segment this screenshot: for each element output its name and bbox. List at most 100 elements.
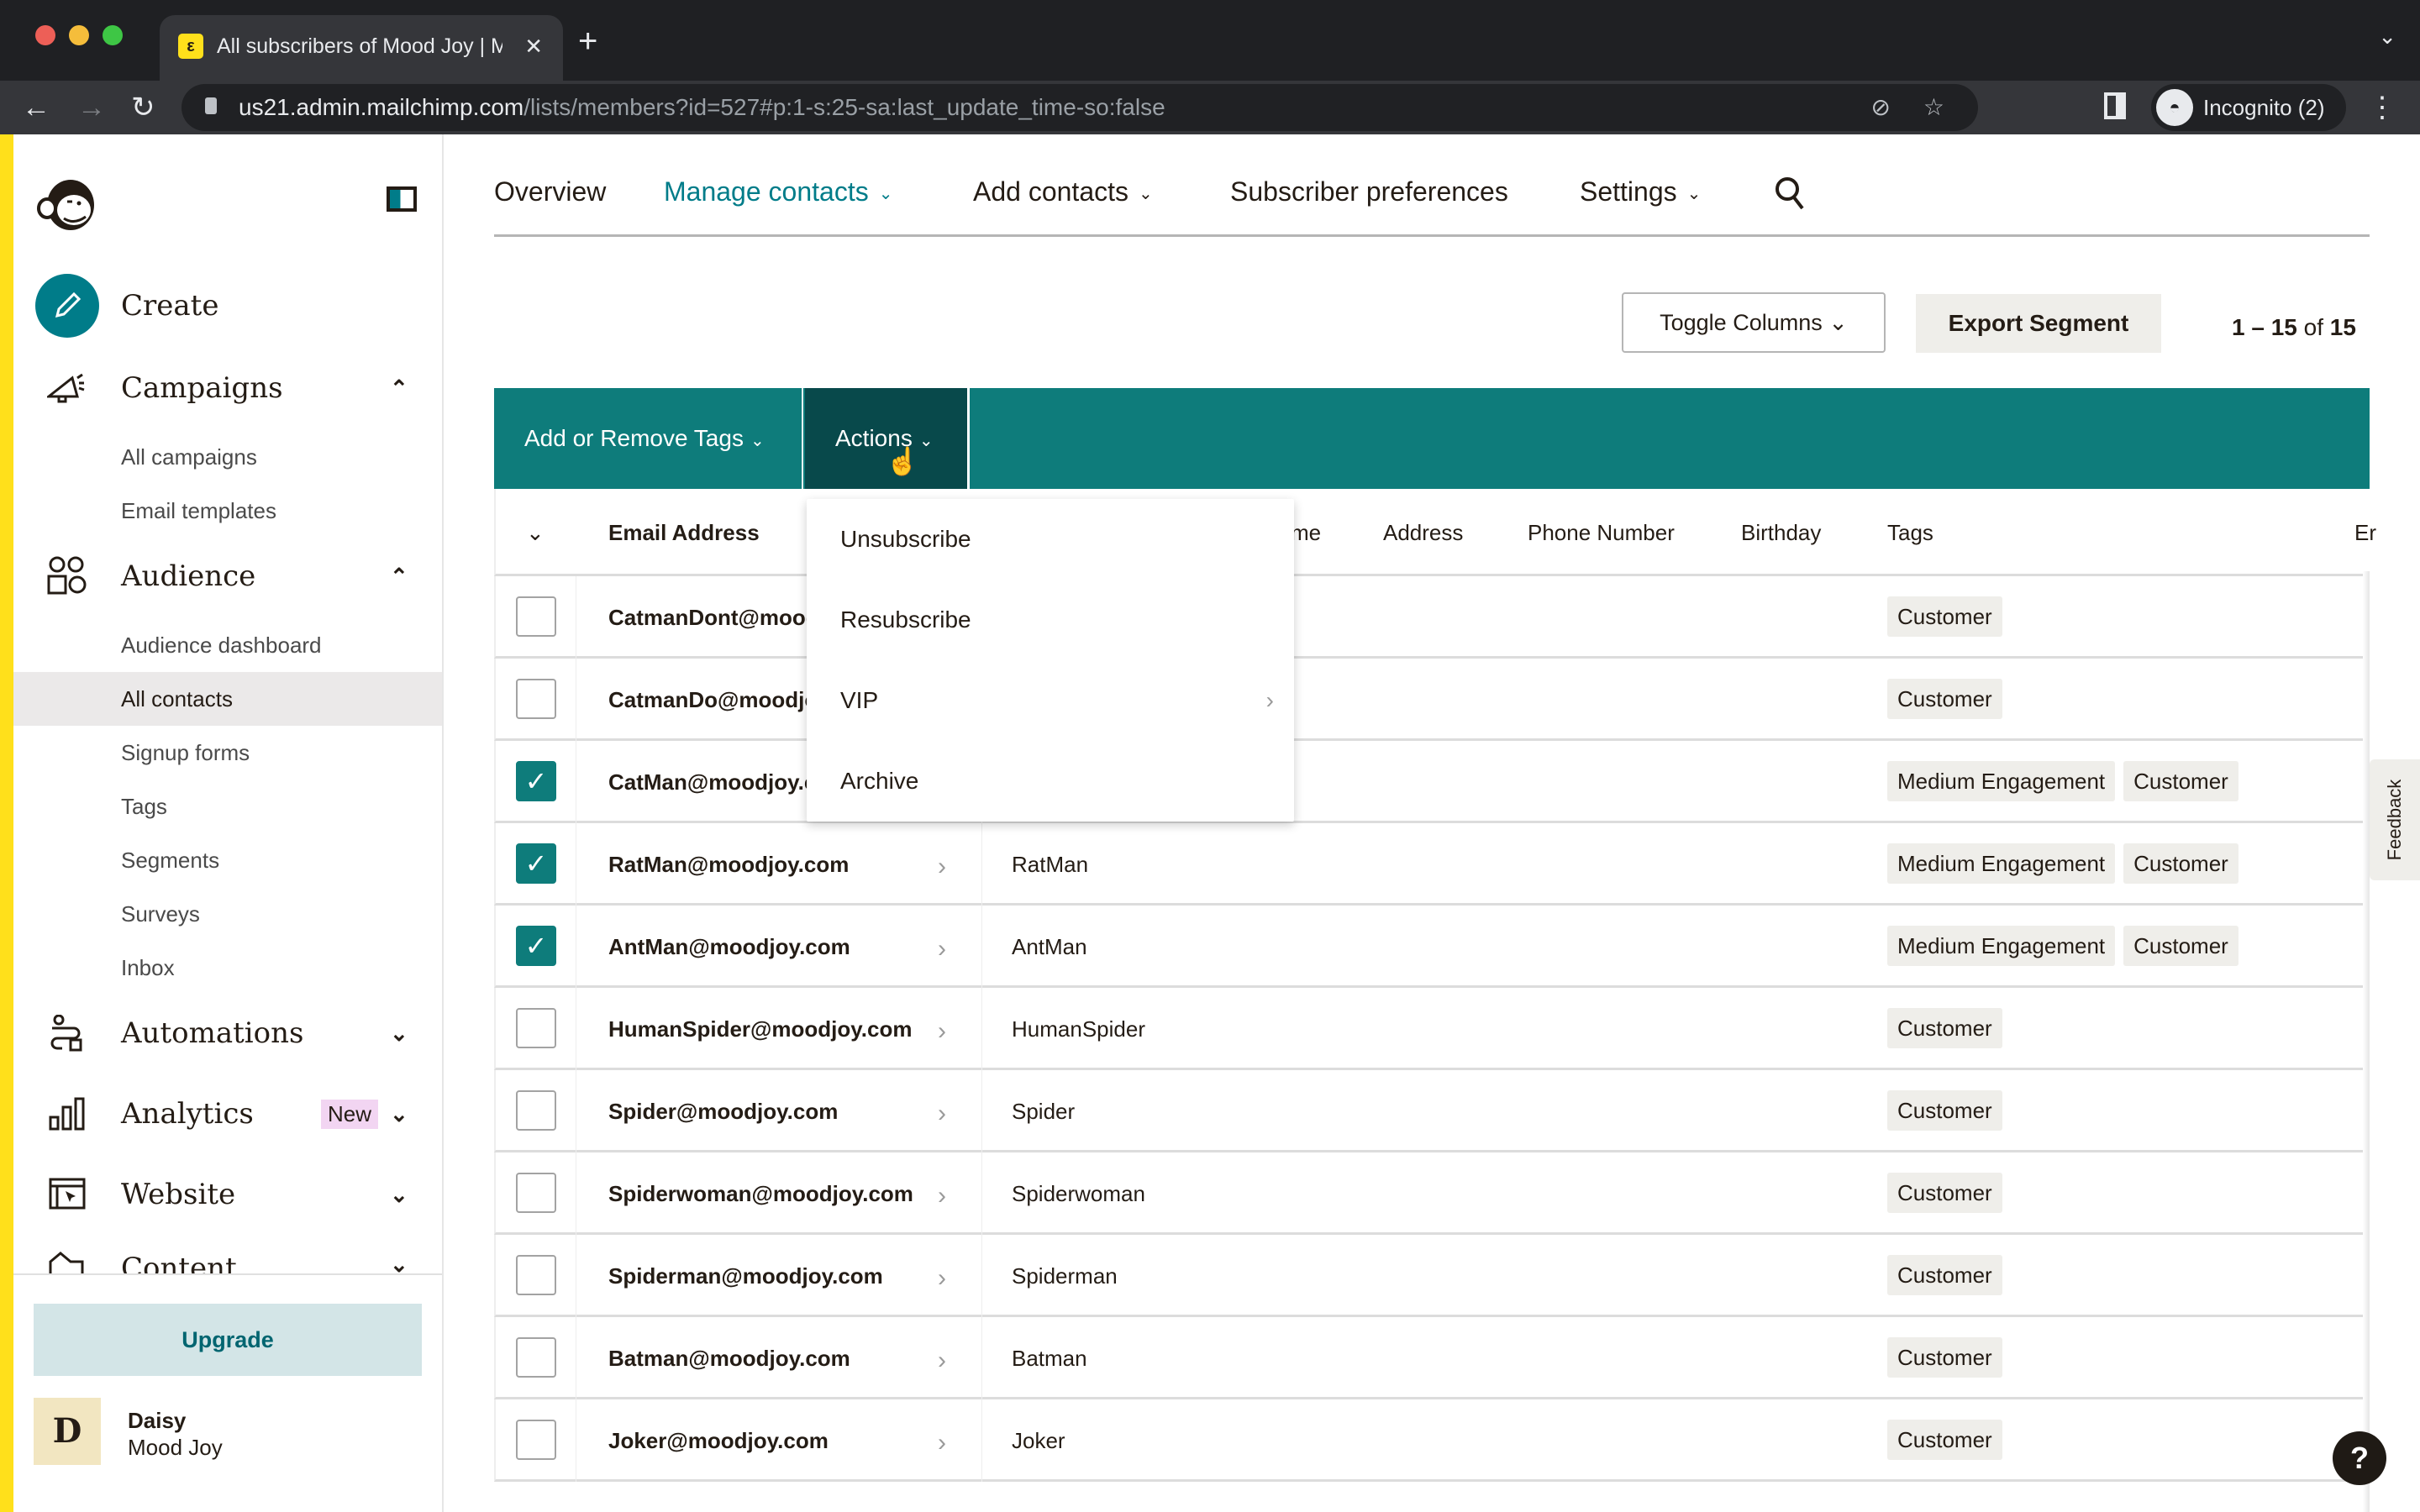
row-checkbox[interactable]: ✓ bbox=[516, 843, 556, 884]
table-row[interactable]: HumanSpider@moodjoy.com › HumanSpider Cu… bbox=[494, 988, 2370, 1070]
tab-settings[interactable]: Settings ⌄ bbox=[1580, 176, 1701, 207]
address-bar[interactable]: us21.admin.mailchimp.com/lists/members?i… bbox=[182, 84, 1978, 131]
table-row[interactable]: Joker@moodjoy.com › Joker Customer bbox=[494, 1399, 2370, 1482]
sidebar-item-segments[interactable]: Segments bbox=[13, 833, 442, 887]
row-checkbox[interactable]: ✓ bbox=[516, 761, 556, 801]
sidebar-item-campaigns[interactable]: Campaigns ⌃ bbox=[13, 354, 444, 422]
sidebar-item-audience[interactable]: Audience ⌃ bbox=[13, 543, 444, 610]
close-window-button[interactable] bbox=[35, 25, 55, 45]
search-icon[interactable] bbox=[1775, 176, 1805, 210]
chevron-right-icon[interactable]: › bbox=[938, 1317, 946, 1404]
reload-icon[interactable]: ↻ bbox=[131, 87, 155, 128]
tag-badge[interactable]: Medium Engagement bbox=[1887, 761, 2116, 801]
chevron-right-icon[interactable]: › bbox=[938, 906, 946, 993]
email-link[interactable]: AntMan@moodjoy.com bbox=[608, 906, 850, 988]
column-header-birthday[interactable]: Birthday bbox=[1741, 489, 1821, 576]
row-checkbox[interactable] bbox=[516, 1337, 556, 1378]
toggle-columns-button[interactable]: Toggle Columns ⌄ bbox=[1622, 292, 1886, 353]
chevron-down-icon[interactable]: ⌄ bbox=[390, 1182, 408, 1208]
table-row[interactable]: ✓ AntMan@moodjoy.com › AntMan Medium Eng… bbox=[494, 906, 2370, 988]
collapse-sidebar-icon[interactable] bbox=[387, 186, 417, 212]
sidebar-item-inbox[interactable]: Inbox bbox=[13, 941, 442, 995]
tag-badge[interactable]: Customer bbox=[1887, 679, 2002, 719]
email-link[interactable]: Spiderman@moodjoy.com bbox=[608, 1235, 883, 1317]
upgrade-button[interactable]: Upgrade bbox=[34, 1304, 422, 1376]
table-row[interactable]: Spiderman@moodjoy.com › Spiderman Custom… bbox=[494, 1235, 2370, 1317]
chevron-down-icon[interactable]: ⌄ bbox=[390, 1021, 408, 1047]
table-row[interactable]: Batman@moodjoy.com › Batman Customer bbox=[494, 1317, 2370, 1399]
sidebar-item-website[interactable]: Website ⌄ bbox=[13, 1161, 444, 1228]
chevron-right-icon[interactable]: › bbox=[938, 823, 946, 911]
tag-badge[interactable]: Customer bbox=[1887, 1173, 2002, 1213]
row-checkbox[interactable] bbox=[516, 679, 556, 719]
tag-badge[interactable]: Medium Engagement bbox=[1887, 926, 2116, 966]
menu-item-unsubscribe[interactable]: Unsubscribe bbox=[807, 499, 1294, 580]
chevron-right-icon[interactable]: › bbox=[938, 1152, 946, 1240]
sidebar-item-signup-forms[interactable]: Signup forms bbox=[13, 726, 442, 780]
sidebar-item-surveys[interactable]: Surveys bbox=[13, 887, 442, 941]
column-header-email-marketing[interactable]: Er bbox=[2354, 489, 2376, 576]
mailchimp-logo-icon[interactable] bbox=[35, 171, 99, 234]
table-row[interactable]: CatmanDont@moodjoy.com › Customer bbox=[494, 576, 2370, 659]
table-row[interactable]: CatmanDo@moodjoy.com › Customer bbox=[494, 659, 2370, 741]
email-link[interactable]: Joker@moodjoy.com bbox=[608, 1399, 829, 1482]
help-button[interactable]: ? bbox=[2333, 1431, 2386, 1485]
menu-item-vip[interactable]: VIP › bbox=[807, 660, 1294, 741]
tag-badge[interactable]: Customer bbox=[1887, 596, 2002, 637]
sidebar-item-all-campaigns[interactable]: All campaigns bbox=[13, 430, 442, 484]
select-all-chevron-icon[interactable]: ⌄ bbox=[526, 489, 544, 576]
maximize-window-button[interactable] bbox=[103, 25, 123, 45]
chevron-up-icon[interactable]: ⌃ bbox=[390, 564, 408, 590]
sidebar-item-email-templates[interactable]: Email templates bbox=[13, 484, 442, 538]
close-tab-icon[interactable]: ✕ bbox=[524, 29, 543, 64]
email-link[interactable]: RatMan@moodjoy.com bbox=[608, 823, 849, 906]
tag-badge[interactable]: Customer bbox=[2123, 843, 2238, 884]
chevron-up-icon[interactable]: ⌃ bbox=[390, 375, 408, 402]
tag-badge[interactable]: Medium Engagement bbox=[1887, 843, 2116, 884]
table-row[interactable]: Spiderwoman@moodjoy.com › Spiderwoman Cu… bbox=[494, 1152, 2370, 1235]
browser-menu-icon[interactable]: ⋮ bbox=[2368, 89, 2396, 126]
export-segment-button[interactable]: Export Segment bbox=[1916, 294, 2161, 353]
chevron-right-icon[interactable]: › bbox=[938, 1235, 946, 1322]
sidebar-item-automations[interactable]: Automations ⌄ bbox=[13, 1000, 444, 1067]
row-checkbox[interactable] bbox=[516, 1173, 556, 1213]
sidebar-item-content[interactable]: Content ⌄ bbox=[13, 1242, 444, 1273]
column-header-last-name[interactable]: me bbox=[1291, 489, 1321, 576]
email-link[interactable]: Spiderwoman@moodjoy.com bbox=[608, 1152, 913, 1235]
tab-search-chevron-icon[interactable]: ⌄ bbox=[2378, 24, 2396, 50]
tag-badge[interactable]: Customer bbox=[2123, 761, 2238, 801]
chevron-right-icon[interactable]: › bbox=[938, 1070, 946, 1158]
tab-add-contacts[interactable]: Add contacts ⌄ bbox=[973, 176, 1153, 207]
incognito-profile-button[interactable]: ◓ Incognito (2) bbox=[2151, 84, 2346, 131]
column-header-address[interactable]: Address bbox=[1383, 489, 1463, 576]
forward-arrow-icon[interactable]: → bbox=[77, 87, 106, 128]
sidebar-item-all-contacts[interactable]: All contacts bbox=[13, 672, 442, 726]
minimize-window-button[interactable] bbox=[69, 25, 89, 45]
column-header-email[interactable]: Email Address bbox=[608, 489, 760, 576]
chevron-down-icon[interactable]: ⌄ bbox=[390, 1101, 408, 1127]
browser-tab-active[interactable]: ε All subscribers of Mood Joy | Mailchim… bbox=[160, 15, 563, 81]
tag-badge[interactable]: Customer bbox=[1887, 1255, 2002, 1295]
chevron-down-icon[interactable]: ⌄ bbox=[390, 1252, 408, 1273]
menu-item-archive[interactable]: Archive bbox=[807, 741, 1294, 822]
table-row[interactable]: ✓ CatMan@moodjoy.com › Medium Engagement… bbox=[494, 741, 2370, 823]
tag-badge[interactable]: Customer bbox=[1887, 1090, 2002, 1131]
row-checkbox[interactable] bbox=[516, 596, 556, 637]
side-panel-icon[interactable] bbox=[2104, 92, 2126, 119]
row-checkbox[interactable]: ✓ bbox=[516, 926, 556, 966]
email-link[interactable]: HumanSpider@moodjoy.com bbox=[608, 988, 912, 1070]
tab-manage-contacts[interactable]: Manage contacts ⌄ bbox=[664, 176, 892, 207]
chevron-right-icon[interactable]: › bbox=[938, 988, 946, 1075]
table-row[interactable]: Spider@moodjoy.com › Spider Customer bbox=[494, 1070, 2370, 1152]
tab-overview[interactable]: Overview bbox=[494, 176, 606, 207]
tag-badge[interactable]: Customer bbox=[1887, 1420, 2002, 1460]
sidebar-item-analytics[interactable]: Analytics New ⌄ bbox=[13, 1080, 444, 1147]
sidebar-item-tags[interactable]: Tags bbox=[13, 780, 442, 833]
sidebar-item-audience-dashboard[interactable]: Audience dashboard bbox=[13, 618, 442, 672]
row-checkbox[interactable] bbox=[516, 1420, 556, 1460]
row-checkbox[interactable] bbox=[516, 1008, 556, 1048]
column-header-phone[interactable]: Phone Number bbox=[1528, 489, 1675, 576]
tag-badge[interactable]: Customer bbox=[2123, 926, 2238, 966]
row-checkbox[interactable] bbox=[516, 1090, 556, 1131]
new-tab-button[interactable]: + bbox=[578, 20, 597, 62]
